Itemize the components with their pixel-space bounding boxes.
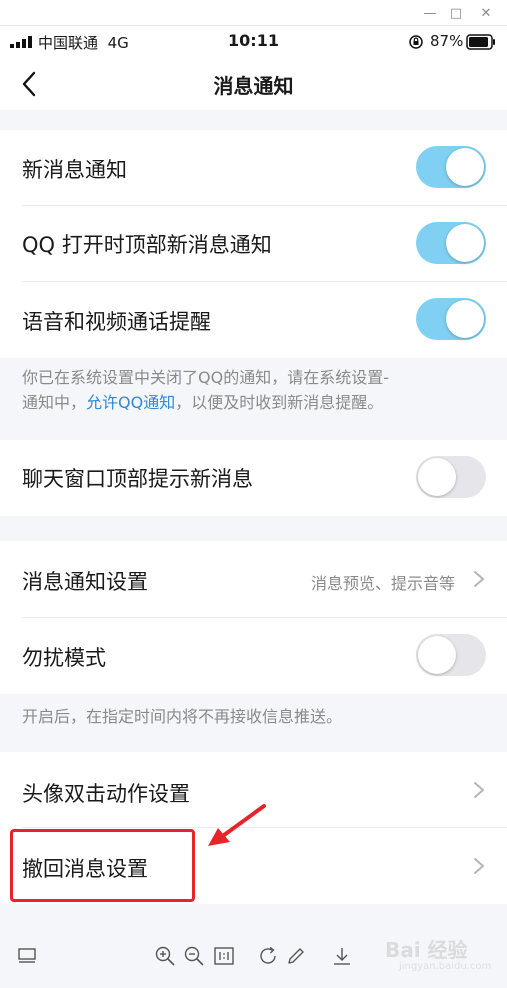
toggle-knob — [446, 300, 484, 338]
dnd-note: 开启后，在指定时间内将不再接收信息推送。 — [22, 707, 343, 726]
toggle-knob — [446, 148, 484, 186]
voice-video-call-label: 语音和视频通话提醒 — [22, 310, 211, 334]
watermark: Bai 经验 jingyan.baidu.com — [385, 928, 500, 978]
zoom-out-icon[interactable] — [183, 945, 205, 967]
qq-top-notify-toggle[interactable] — [416, 222, 486, 264]
window-title-bar: — □ ✕ — [0, 0, 507, 26]
note-line-2: 通知中，允许QQ通知，以便及时收到新消息提醒。 — [22, 393, 384, 412]
chat-top-hint-toggle[interactable] — [416, 456, 486, 498]
chevron-right-icon — [474, 782, 484, 798]
notification-toggle-group: 新消息通知 QQ 打开时顶部新消息通知 语音和视频通话提醒 — [0, 130, 507, 358]
notify-settings-label[interactable]: 消息通知设置 — [22, 566, 148, 596]
battery-percent: 87% — [430, 32, 464, 50]
toggle-knob — [418, 636, 456, 674]
battery-icon — [466, 34, 495, 50]
toggle-knob — [446, 224, 484, 262]
chat-top-hint-row: 聊天窗口顶部提示新消息 — [0, 440, 507, 516]
status-bar: 中国联通 4G 10:11 87% — [0, 26, 507, 58]
system-notification-note: 你已在系统设置中关闭了QQ的通知，请在系统设置- 通知中，允许QQ通知，以便及时… — [22, 365, 492, 415]
watermark-text: Bai 经验 — [385, 938, 468, 962]
chevron-right-icon — [474, 571, 484, 587]
annotation-arrow-icon — [208, 804, 266, 846]
allow-qq-notify-link[interactable]: 允许QQ通知 — [86, 393, 175, 412]
highlight-box — [10, 829, 195, 902]
qq-top-notify-label: QQ 打开时顶部新消息通知 — [22, 233, 272, 257]
download-icon[interactable] — [331, 945, 353, 967]
zoom-in-icon[interactable] — [154, 945, 176, 967]
voice-video-call-toggle[interactable] — [416, 298, 486, 340]
actual-size-icon[interactable] — [213, 945, 235, 967]
avatar-double-tap-label[interactable]: 头像双击动作设置 — [22, 778, 190, 808]
orientation-lock-icon — [409, 35, 423, 49]
thumbnail-icon[interactable] — [16, 945, 38, 967]
toggle-knob — [418, 458, 456, 496]
notify-settings-detail: 消息预览、提示音等 — [310, 574, 455, 593]
dnd-mode-label: 勿扰模式 — [22, 646, 106, 670]
divider — [22, 617, 507, 618]
minimize-icon[interactable]: — — [418, 3, 442, 23]
divider — [22, 205, 507, 206]
chat-top-hint-label: 聊天窗口顶部提示新消息 — [22, 467, 253, 491]
maximize-icon[interactable]: □ — [444, 3, 468, 23]
page-title: 消息通知 — [213, 74, 294, 98]
divider — [22, 281, 507, 282]
navigation-bar: 消息通知 — [0, 58, 507, 110]
rotate-icon[interactable] — [257, 945, 279, 967]
pencil-icon[interactable] — [285, 945, 307, 967]
new-message-notify-label: 新消息通知 — [22, 158, 127, 182]
dnd-mode-toggle[interactable] — [416, 634, 486, 676]
watermark-sub: jingyan.baidu.com — [399, 961, 492, 972]
note-line-1: 你已在系统设置中关闭了QQ的通知，请在系统设置- — [22, 368, 389, 387]
new-message-notify-toggle[interactable] — [416, 146, 486, 188]
close-icon[interactable]: ✕ — [474, 3, 498, 23]
chevron-right-icon — [474, 858, 484, 874]
notify-settings-group: 消息通知设置 消息预览、提示音等 勿扰模式 — [0, 541, 507, 694]
